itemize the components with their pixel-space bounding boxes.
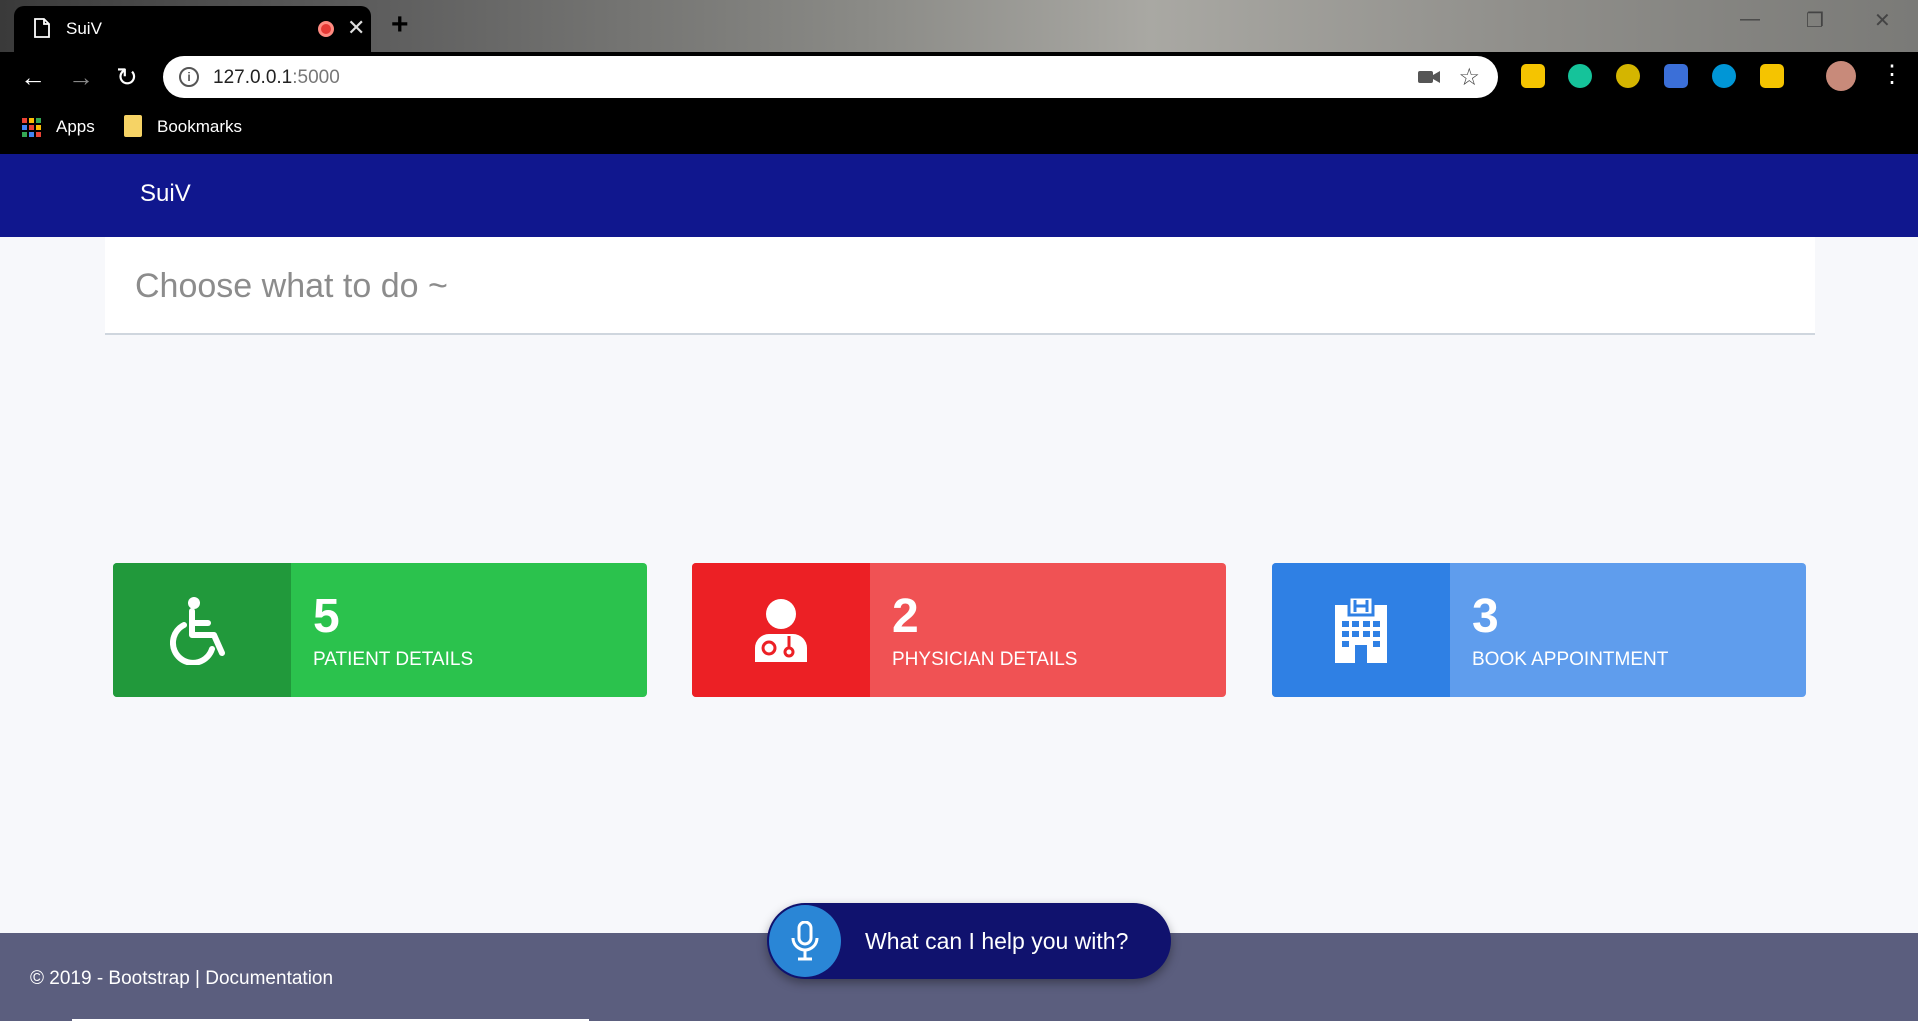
close-window-icon[interactable]: ✕ [1874, 8, 1891, 33]
extension-flag-icon[interactable] [1664, 64, 1688, 88]
new-tab-button[interactable]: + [391, 8, 409, 42]
extension-honey-icon[interactable] [1521, 64, 1545, 88]
patient-label: PATIENT DETAILS [313, 649, 474, 670]
camera-icon[interactable] [1418, 69, 1440, 85]
patient-icon-box [113, 563, 291, 697]
appointment-icon-box [1272, 563, 1450, 697]
minimize-icon[interactable]: — [1740, 8, 1760, 31]
info-icon[interactable]: i [179, 67, 199, 87]
physician-count: 2 [892, 590, 919, 643]
voice-assistant-pill[interactable]: What can I help you with? [767, 903, 1171, 979]
book-appointment-card[interactable]: 3 BOOK APPOINTMENT [1272, 563, 1806, 697]
physician-icon-box [692, 563, 870, 697]
recording-icon [318, 21, 334, 37]
bookmark-folder[interactable]: Bookmarks [157, 117, 242, 137]
voice-prompt: What can I help you with? [865, 928, 1129, 954]
tab-close-icon[interactable]: ✕ [347, 15, 365, 41]
browser-tab[interactable]: SuiV ✕ [14, 6, 371, 52]
physician-label: PHYSICIAN DETAILS [892, 649, 1078, 670]
browser-tabstrip: SuiV ✕ + — ❐ ✕ [0, 0, 1918, 52]
bookmark-star-icon[interactable]: ☆ [1458, 63, 1480, 92]
patient-details-card[interactable]: 5 PATIENT DETAILS [113, 563, 647, 697]
hospital-icon [1335, 597, 1387, 663]
reload-icon[interactable]: ↻ [116, 62, 138, 92]
bookmarks-bar: Apps Bookmarks [0, 102, 1918, 154]
browser-toolbar: ← → ↻ i 127.0.0.1:5000 ☆ ⋮ [0, 52, 1918, 102]
document-icon [34, 18, 50, 38]
browser-menu-icon[interactable]: ⋮ [1880, 60, 1904, 90]
bookmark-apps[interactable]: Apps [56, 117, 95, 137]
address-bar[interactable]: i 127.0.0.1:5000 ☆ [163, 56, 1498, 98]
extension-coin-icon[interactable] [1616, 64, 1640, 88]
forward-icon[interactable]: → [68, 62, 94, 92]
doctor-icon [755, 599, 807, 662]
page-heading: Choose what to do ~ [135, 267, 448, 305]
folder-icon [124, 115, 142, 137]
restore-icon[interactable]: ❐ [1806, 8, 1824, 33]
appointment-label: BOOK APPOINTMENT [1472, 649, 1669, 670]
wheelchair-icon [170, 597, 225, 665]
url-text: 127.0.0.1:5000 [213, 67, 340, 88]
patient-count: 5 [313, 590, 340, 643]
tab-title: SuiV [66, 19, 102, 38]
extension-arrows-icon[interactable] [1760, 64, 1784, 88]
appointment-count: 3 [1472, 590, 1499, 643]
brand-link[interactable]: SuiV [140, 180, 191, 208]
footer-text: © 2019 - Bootstrap | Documentation [30, 968, 334, 989]
apps-grid-icon [22, 118, 42, 138]
microphone-button[interactable] [769, 905, 841, 977]
extension-grammarly-icon[interactable] [1568, 64, 1592, 88]
heading-card: Choose what to do ~ [105, 237, 1815, 335]
profile-avatar[interactable] [1826, 61, 1856, 91]
back-icon[interactable]: ← [20, 62, 46, 92]
microphone-icon [791, 921, 819, 961]
extension-hp-icon[interactable] [1712, 64, 1736, 88]
app-navbar: SuiV [0, 154, 1918, 237]
physician-details-card[interactable]: 2 PHYSICIAN DETAILS [692, 563, 1226, 697]
